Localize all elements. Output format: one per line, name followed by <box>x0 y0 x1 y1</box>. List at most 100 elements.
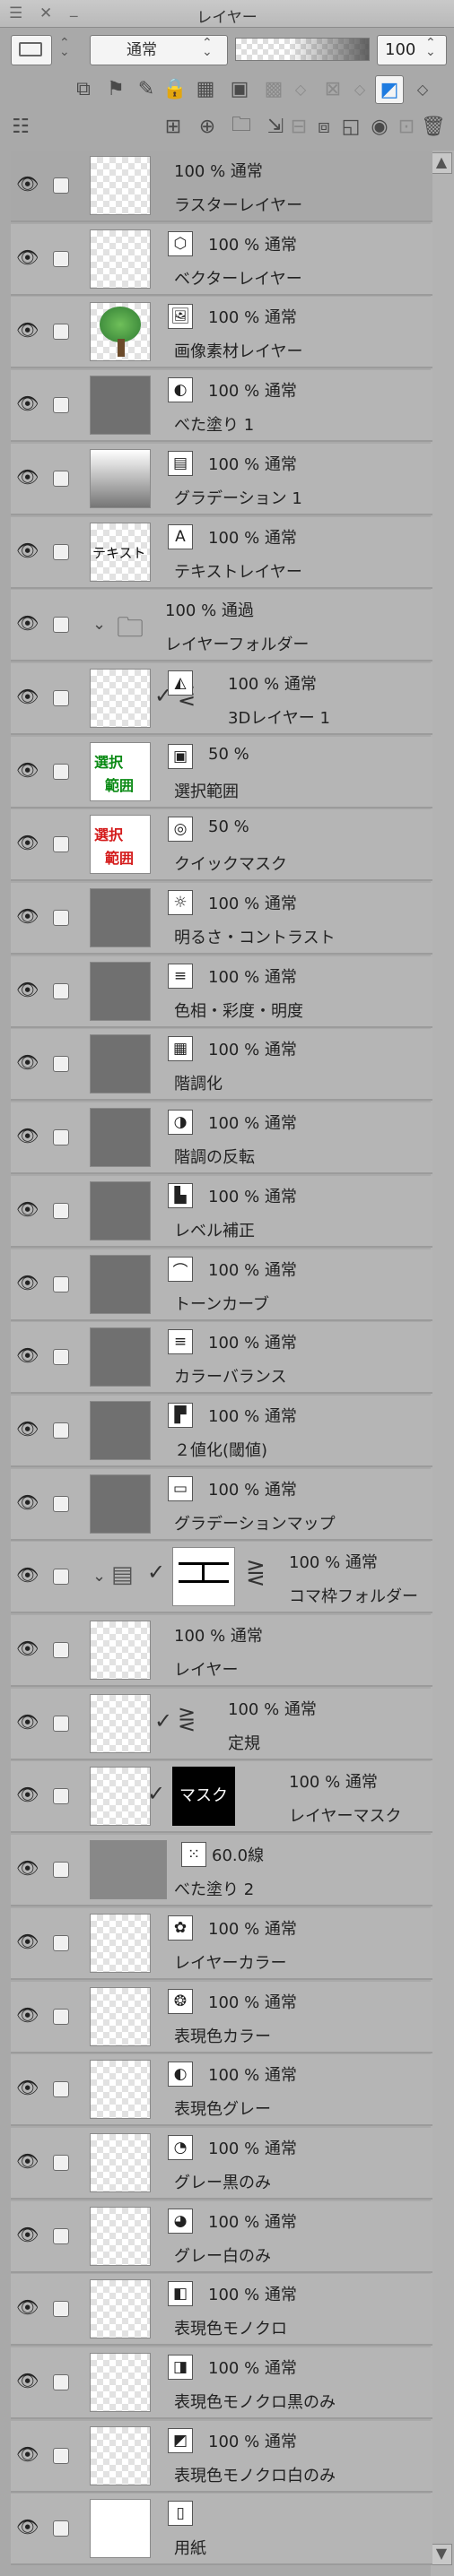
eye-icon[interactable]: 👁 <box>16 2445 39 2463</box>
layer-row[interactable]: 👁 ◨ 100 % 通常 表現色モノクロ黒のみ <box>11 2347 432 2419</box>
layer-checkbox[interactable] <box>53 251 69 267</box>
ruler-enable-icon[interactable]: ⊠ <box>319 75 346 102</box>
layer-checkbox[interactable] <box>53 2520 69 2537</box>
layer-checkbox[interactable] <box>53 983 69 999</box>
layer-name[interactable]: レベル補正 <box>174 1218 255 1241</box>
layer-row[interactable]: 👁 ⁙ 60.0線 べた塗り 2 <box>11 1835 432 1906</box>
opacity-input[interactable]: 100 <box>377 35 447 65</box>
eye-icon[interactable]: 👁 <box>16 248 39 266</box>
eye-icon[interactable]: 👁 <box>16 1932 39 1950</box>
layer-checkbox[interactable] <box>53 324 69 340</box>
eye-icon[interactable]: 👁 <box>16 2298 39 2316</box>
create-mask-icon[interactable]: ◉ <box>366 113 393 140</box>
eye-icon[interactable]: 👁 <box>16 614 39 632</box>
layer-row[interactable]: 👁 ⌄ 🗀 100 % 通過 レイヤーフォルダー <box>11 590 432 661</box>
layer-name[interactable]: 画像素材レイヤー <box>174 339 302 362</box>
eye-icon[interactable]: 👁 <box>16 1713 39 1731</box>
layer-checkbox[interactable] <box>53 1569 69 1585</box>
eye-icon[interactable]: 👁 <box>16 1859 39 1877</box>
layer-row[interactable]: 👁 ≡ 100 % 通常 カラーバランス <box>11 1322 432 1394</box>
layer-row[interactable]: 👁 🖼 100 % 通常 画像素材レイヤー <box>11 297 432 368</box>
layer-checkbox[interactable] <box>53 1642 69 1658</box>
eye-icon[interactable]: 👁 <box>16 981 39 998</box>
layer-checkbox[interactable] <box>53 1496 69 1512</box>
layer-checkbox[interactable] <box>53 1862 69 1878</box>
layer-checkbox[interactable] <box>53 910 69 926</box>
layer-name[interactable]: 表現色グレー <box>174 2096 271 2120</box>
layer-row[interactable]: 👁 ▭ 100 % 通常 グラデーションマップ <box>11 1469 432 1541</box>
layer-checkbox[interactable] <box>53 471 69 487</box>
layer-name[interactable]: 選択範囲 <box>174 779 239 802</box>
layer-row[interactable]: 👁 ✿ 100 % 通常 レイヤーカラー <box>11 1908 432 1980</box>
layer-row[interactable]: 👁 ◕ 100 % 通常 グレー白のみ <box>11 2201 432 2273</box>
layer-color-chevron-icon[interactable]: ◇ <box>409 75 436 102</box>
layer-checkbox[interactable] <box>53 1422 69 1439</box>
layer-row[interactable]: 👁 ▤ 100 % 通常 グラデーション 1 <box>11 444 432 515</box>
stepper-icon[interactable]: ⌃ ⌄ <box>59 37 70 58</box>
layer-name[interactable]: テキストレイヤー <box>174 559 302 583</box>
layer-checkbox[interactable] <box>53 1349 69 1365</box>
layer-name[interactable]: トーンカーブ <box>174 1292 269 1315</box>
layer-checkbox[interactable] <box>53 1935 69 1951</box>
layer-name[interactable]: 3Dレイヤー 1 <box>228 705 330 729</box>
clip-icon[interactable]: ⧉ <box>70 75 97 102</box>
layer-row[interactable]: 👁 ▯ 用紙 <box>11 2494 432 2565</box>
combine-visible-icon[interactable]: ◱ <box>337 113 364 140</box>
layer-checkbox[interactable] <box>53 397 69 413</box>
draft-icon[interactable]: ✎ <box>133 75 160 102</box>
expand-chevron-icon[interactable]: ⌄ <box>92 615 106 634</box>
layer-row[interactable]: 👁 100 % 通常 ラスターレイヤー <box>11 151 432 222</box>
layer-name[interactable]: レイヤーマスク <box>289 1803 401 1827</box>
eye-icon[interactable]: 👁 <box>16 394 39 412</box>
eye-icon[interactable]: 👁 <box>16 2372 39 2390</box>
layer-checkbox[interactable] <box>53 2155 69 2171</box>
ruler-chevron-icon[interactable]: ◇ <box>346 75 373 102</box>
eye-icon[interactable]: 👁 <box>16 2006 39 2024</box>
layer-name[interactable]: グレー黒のみ <box>174 2170 271 2193</box>
layer-checkbox[interactable] <box>53 177 69 194</box>
layer-name[interactable]: グラデーション 1 <box>174 486 302 509</box>
layer-name[interactable]: 明るさ・コントラスト <box>174 925 336 948</box>
layer-name[interactable]: グレー白のみ <box>174 2243 271 2267</box>
layer-name[interactable]: べた塗り 1 <box>174 412 254 436</box>
delete-layer-icon[interactable]: 🗑 <box>420 113 447 140</box>
layer-row[interactable]: 👁 ▛ 100 % 通常 ２値化(閾値) <box>11 1396 432 1467</box>
layer-row[interactable]: 👁 ⌒ 100 % 通常 トーンカーブ <box>11 1249 432 1321</box>
layer-checkbox[interactable] <box>53 2228 69 2244</box>
layer-name[interactable]: レイヤーフォルダー <box>165 632 309 655</box>
layer-checkbox[interactable] <box>53 764 69 780</box>
layer-row[interactable]: 👁✓⋛◭100 % 通常3Dレイヤー 1 <box>11 663 432 735</box>
eye-icon[interactable]: 👁 <box>16 761 39 779</box>
layer-row[interactable]: 👁 ⌄ ▤ ✓ ⋛ 100 % 通常 コマ枠フォルダー <box>11 1542 432 1613</box>
layer-checkbox[interactable] <box>53 1129 69 1145</box>
eye-icon[interactable]: 👁 <box>16 907 39 925</box>
combine-icon[interactable]: ⊟ <box>285 113 312 140</box>
layer-checkbox[interactable] <box>53 2374 69 2390</box>
layer-row[interactable]: 👁 ⬡ 100 % 通常 ベクターレイヤー <box>11 224 432 296</box>
layer-checkbox[interactable] <box>53 617 69 633</box>
mask-show-icon[interactable]: ▩ <box>260 75 287 102</box>
eye-icon[interactable]: 👁 <box>16 1493 39 1511</box>
eye-icon[interactable]: 👁 <box>16 1566 39 1584</box>
new-raster-layer-icon[interactable]: ⊞ <box>160 113 187 140</box>
layer-checkbox[interactable] <box>53 1056 69 1072</box>
eye-icon[interactable]: 👁 <box>16 2079 39 2096</box>
layer-name[interactable]: 定規 <box>228 1731 260 1754</box>
eye-icon[interactable]: 👁 <box>16 1200 39 1218</box>
layer-row[interactable]: 👁 ☼ 100 % 通常 明るさ・コントラスト <box>11 883 432 955</box>
layer-row[interactable]: 👁 ◐ 100 % 通常 べた塗り 1 <box>11 370 432 442</box>
layer-name[interactable]: 表現色カラー <box>174 2024 271 2047</box>
opacity-stepper-icon[interactable]: ⌃ ⌄ <box>425 37 436 58</box>
layer-name[interactable]: ２値化(閾値) <box>174 1438 267 1461</box>
eye-icon[interactable]: 👁 <box>16 2152 39 2170</box>
eye-icon[interactable]: 👁 <box>16 1127 39 1145</box>
layer-row[interactable]: 👁 ▦ 100 % 通常 階調化 <box>11 1029 432 1101</box>
layer-row[interactable]: 👁 選択 範囲 ◎ 50 % クイックマスク <box>11 809 432 881</box>
chevron-updown-icon[interactable]: ⌃ ⌄ <box>202 37 213 58</box>
expand-chevron-icon[interactable]: ⌄ <box>92 1567 106 1586</box>
layer-name[interactable]: 色相・彩度・明度 <box>174 998 303 1022</box>
layer-checkbox[interactable] <box>53 1276 69 1292</box>
layer-name[interactable]: コマ枠フォルダー <box>289 1584 418 1607</box>
layer-row[interactable]: 👁 ◔ 100 % 通常 グレー黒のみ <box>11 2128 432 2200</box>
eye-icon[interactable]: 👁 <box>16 687 39 705</box>
